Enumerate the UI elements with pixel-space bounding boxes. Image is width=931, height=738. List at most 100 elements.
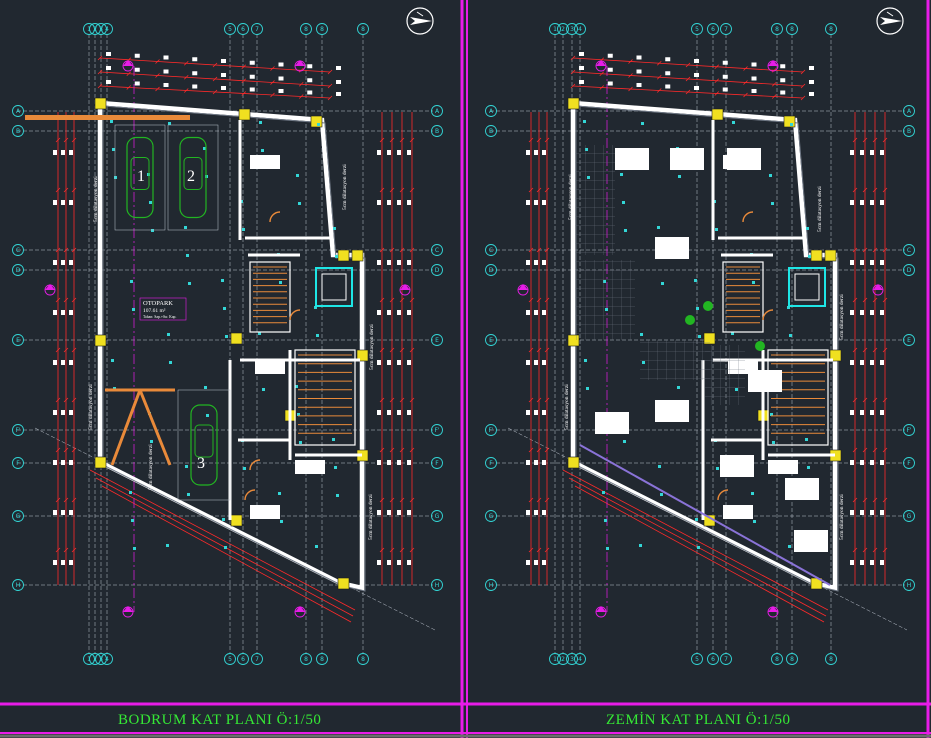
level-marker — [335, 255, 338, 258]
dimension-value — [809, 80, 814, 84]
level-marker — [696, 307, 699, 310]
dimension-value — [579, 80, 584, 84]
dimension-value — [249, 74, 255, 79]
level-marker — [259, 121, 262, 124]
dimension-value — [307, 90, 313, 95]
dimension-value — [307, 64, 313, 69]
dimension-value — [106, 52, 111, 56]
grid-bubble-label: 8 — [304, 26, 308, 33]
dimension-value — [61, 560, 65, 565]
dimension-value — [722, 87, 728, 92]
dimension-value — [880, 510, 884, 515]
ramp-beam — [25, 115, 190, 120]
grid-bubble-label: 8 — [320, 26, 324, 33]
level-marker — [243, 467, 246, 470]
dimension-value — [407, 150, 411, 155]
dimension-value — [870, 200, 874, 205]
level-marker — [188, 282, 191, 285]
grid-bubble-label: 3 — [570, 656, 574, 663]
dimension-value — [407, 460, 411, 465]
level-marker — [224, 546, 227, 549]
structural-column — [711, 108, 724, 121]
dilatation-joint-label: 5cm dilatasyon derzi — [93, 176, 99, 222]
plant-icon — [703, 301, 713, 311]
grid-bubble-label: E — [489, 337, 493, 344]
dimension-value — [542, 510, 546, 515]
dimension-value — [397, 560, 401, 565]
level-marker — [769, 174, 772, 177]
grid-bubble-label: B — [16, 128, 20, 135]
dimension-value — [870, 560, 874, 565]
room-tag — [655, 237, 689, 259]
grid-bubble-label: F — [435, 460, 439, 467]
dilatation-joint-label: 5cm dilatasyon derzi — [368, 494, 374, 540]
dimension-value — [860, 460, 864, 465]
dimension-value — [860, 260, 864, 265]
dimension-value — [53, 150, 57, 155]
room-tag — [785, 478, 819, 500]
dimension-value — [221, 59, 226, 63]
level-marker — [336, 494, 339, 497]
level-marker — [752, 281, 755, 284]
grid-bubble-label: E — [907, 337, 911, 344]
grid-bubble-label: C — [907, 247, 911, 254]
structural-column — [94, 97, 107, 110]
level-marker — [169, 361, 172, 364]
dimension-value — [387, 360, 391, 365]
dimension-value — [407, 260, 411, 265]
dimension-value — [880, 410, 884, 415]
level-marker — [640, 333, 643, 336]
dimension-value — [397, 510, 401, 515]
grid-bubble-label: 7 — [724, 656, 728, 663]
dimension-value — [534, 410, 538, 415]
dimension-value — [407, 560, 411, 565]
level-marker — [130, 280, 133, 283]
grid-bubble-label: G — [489, 513, 494, 520]
level-marker — [111, 359, 114, 362]
grid-bubble-label: 8 — [320, 656, 324, 663]
dimension-value — [860, 560, 864, 565]
grid-bubble-label: 2 — [561, 26, 565, 33]
level-marker — [166, 544, 169, 547]
drawing-canvas: A AB BC CD DE EF' F'F FG GH H11223344556677888888… — [0, 0, 931, 738]
dimension-value — [534, 260, 538, 265]
level-marker — [788, 545, 791, 548]
dimension-value — [387, 410, 391, 415]
dimension-value — [526, 260, 530, 265]
grid-bubble-label: 8 — [790, 656, 794, 663]
dimension-value — [534, 560, 538, 565]
dimension-value — [53, 510, 57, 515]
grid-bubble-label: 3 — [570, 26, 574, 33]
grid-bubble-label: C — [489, 247, 493, 254]
grid-bubble-label: 1 — [553, 656, 557, 663]
level-marker — [698, 335, 701, 338]
dimension-value — [542, 460, 546, 465]
dimension-value — [880, 360, 884, 365]
level-marker — [279, 281, 282, 284]
grid-bubble-label: 6 — [241, 26, 245, 33]
grid-bubble-label: F' — [488, 427, 493, 434]
level-marker — [807, 466, 810, 469]
level-marker — [204, 386, 207, 389]
dimension-value — [336, 92, 341, 96]
grid-bubble-label: 4 — [105, 656, 109, 663]
dimension-value — [880, 260, 884, 265]
level-marker — [280, 520, 283, 523]
grid-bubble-label: 5 — [695, 656, 699, 663]
dimension-value — [61, 360, 65, 365]
level-marker — [602, 491, 605, 494]
dimension-value — [526, 150, 530, 155]
dimension-value — [880, 560, 884, 565]
dimension-value — [387, 460, 391, 465]
room-tag — [670, 148, 704, 170]
dimension-value — [53, 360, 57, 365]
level-marker — [772, 441, 775, 444]
room-tag — [723, 505, 753, 519]
dimension-value — [69, 360, 73, 365]
dimension-value — [407, 410, 411, 415]
level-marker — [223, 307, 226, 310]
dimension-value — [163, 83, 169, 87]
room-tag — [595, 412, 629, 434]
level-marker — [150, 440, 153, 443]
dimension-value — [377, 560, 381, 565]
